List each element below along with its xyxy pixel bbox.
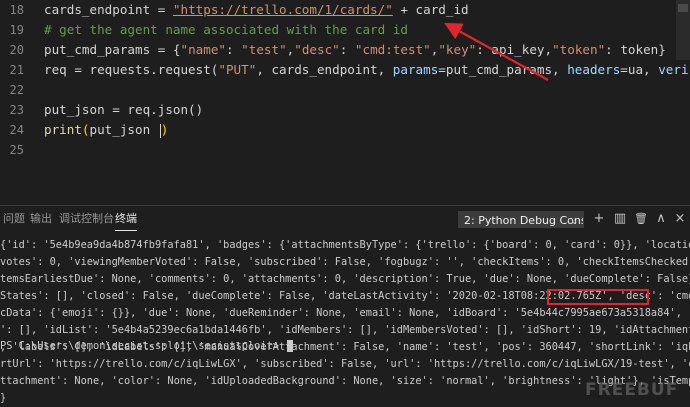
terminal-line: {'id': '5e4b9ea9da4b874fb9fafa81', 'badg…: [0, 239, 690, 251]
terminal-line: cData': {'emoji': {}}, 'due': None, 'due…: [0, 307, 690, 319]
add-terminal-icon[interactable]: +: [591, 210, 607, 228]
maximize-panel-icon[interactable]: ∧: [653, 210, 669, 228]
chevron-down-icon: ⌄: [569, 214, 579, 227]
terminal-prompt[interactable]: PS C:\Users\demon\secist-sploit\secistsp…: [0, 338, 294, 355]
terminal-selector-label: 2: Python Debug Consc: [464, 214, 584, 227]
terminal-line: ': [], 'idList': '5e4b4a5239ec6a1bda1446…: [0, 324, 690, 336]
red-arrow-annotation: [444, 22, 549, 81]
code-editor[interactable]: 18 cards_endpoint = "https://trello.com/…: [0, 0, 690, 205]
terminal-line: }: [0, 392, 7, 404]
prompt-text: PS C:\Users\demon\secist-sploit\secistsp…: [0, 340, 286, 352]
terminal-line: rtUrl': 'https://trello.com/c/iqLiwLGX',…: [0, 358, 690, 370]
highlight-box-annotation: [547, 289, 649, 305]
terminal-cursor: [287, 340, 294, 352]
trash-icon[interactable]: 🗑: [633, 210, 649, 228]
split-terminal-icon[interactable]: ▥: [612, 210, 628, 228]
close-panel-icon[interactable]: ×: [672, 210, 688, 228]
tab-terminal[interactable]: 终端: [115, 206, 137, 231]
tab-debug-console[interactable]: 调试控制台: [59, 206, 114, 232]
tab-problems[interactable]: 问题: [3, 206, 25, 232]
terminal-line: temsEarliestDue': None, 'comments': 0, '…: [0, 273, 690, 285]
panel-header: 问题 输出 调试控制台 终端 2: Python Debug Consc ⌄ +…: [0, 205, 690, 232]
watermark-logo: FREEBUF: [585, 380, 679, 400]
terminal-selector[interactable]: 2: Python Debug Consc ⌄: [458, 211, 584, 228]
terminal-line: votes': 0, 'viewingMemberVoted': False, …: [0, 256, 690, 268]
tab-output[interactable]: 输出: [30, 206, 52, 232]
